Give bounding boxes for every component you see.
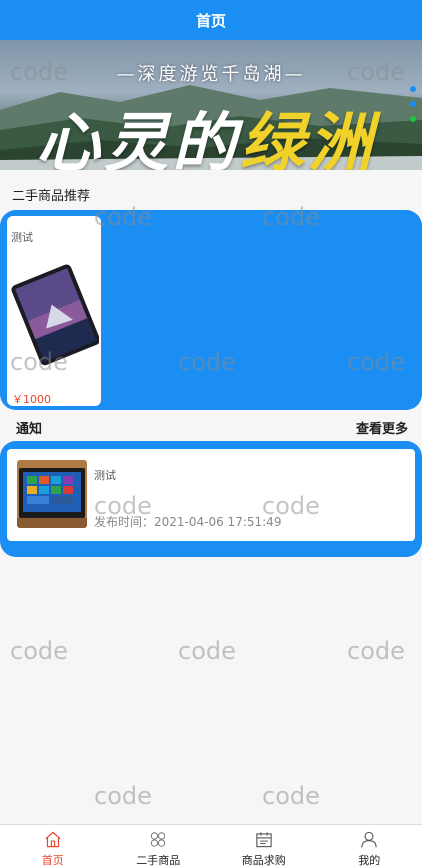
tab-label: 商品求购 xyxy=(241,854,286,867)
watermark: code xyxy=(178,637,236,665)
notice-item-time: 发布时间：2021-04-06 17:51:49 xyxy=(94,515,282,529)
tablet-photo-icon xyxy=(11,254,99,372)
notice-section-title: 通知 xyxy=(16,422,43,437)
watermark: code xyxy=(94,782,152,810)
product-price: ￥1000 xyxy=(12,393,51,406)
tab-label: 我的 xyxy=(358,854,381,867)
grid-icon xyxy=(151,832,166,847)
banner-subtitle: —深度游览千岛湖— xyxy=(116,64,306,85)
watermark: code xyxy=(262,782,320,810)
notice-item[interactable]: 测试 发布时间：2021-04-06 17:51:49 xyxy=(7,449,415,541)
page-title: 首页 xyxy=(195,11,226,30)
bottom-tab-bar: 首页 二手商品 商品求购 我的 xyxy=(0,824,422,868)
tab-second-hand-goods[interactable]: 二手商品 xyxy=(106,825,212,868)
product-card[interactable]: 测试 ￥1000 xyxy=(7,216,101,406)
navigation-bar: 首页 xyxy=(0,0,422,40)
banner-carousel[interactable]: —深度游览千岛湖— 心灵的绿洲 xyxy=(0,40,422,170)
user-icon xyxy=(361,831,377,848)
banner-headline-part2: 绿洲 xyxy=(240,106,376,170)
banner-headline-part1: 心灵的 xyxy=(36,106,240,170)
products-section-title: 二手商品推荐 xyxy=(12,189,91,204)
products-panel: 测试 ￥1000 xyxy=(0,210,422,410)
watermark: code xyxy=(10,637,68,665)
product-name: 测试 xyxy=(11,231,33,244)
calendar-icon xyxy=(256,832,272,848)
tab-home[interactable]: 首页 xyxy=(0,825,106,868)
home-icon xyxy=(45,831,61,848)
tab-mine[interactable]: 我的 xyxy=(317,825,422,868)
carousel-dot[interactable] xyxy=(410,86,416,92)
laptop-photo-icon xyxy=(17,460,87,528)
view-more-link[interactable]: 查看更多 xyxy=(356,418,408,437)
tab-label: 首页 xyxy=(41,854,64,867)
watermark: code xyxy=(347,637,405,665)
tab-label: 二手商品 xyxy=(136,854,181,867)
carousel-dot[interactable] xyxy=(410,101,416,107)
tab-purchase-request[interactable]: 商品求购 xyxy=(211,825,317,868)
carousel-dot-active[interactable] xyxy=(410,116,416,122)
notice-panel: 测试 发布时间：2021-04-06 17:51:49 xyxy=(0,441,422,557)
banner-headline: 心灵的绿洲 xyxy=(36,92,376,170)
carousel-indicators xyxy=(410,86,416,122)
notice-item-title: 测试 xyxy=(94,469,116,482)
